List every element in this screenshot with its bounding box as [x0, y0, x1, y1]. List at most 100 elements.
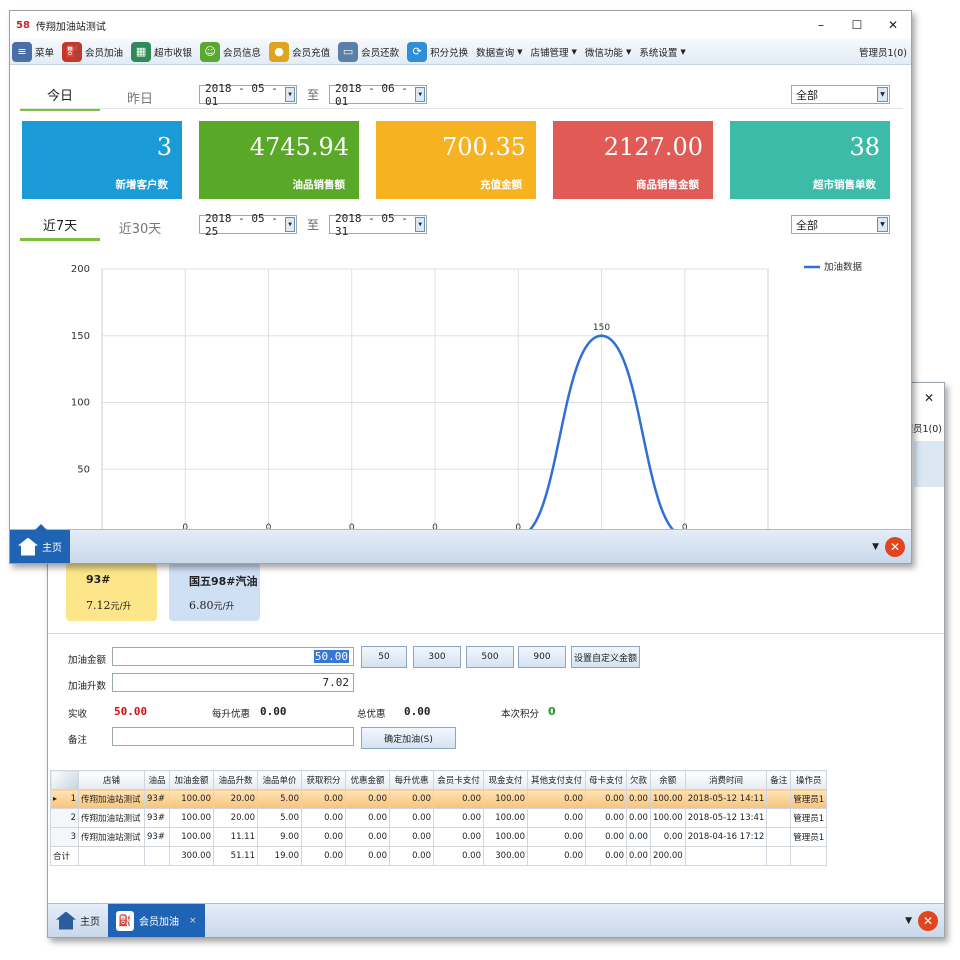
range-from-picker[interactable]: 2018 - 05 - 25 ▼: [199, 212, 297, 238]
column-header[interactable]: 店铺: [78, 770, 145, 790]
menu-item-coins[interactable]: ● 会员充值: [269, 41, 330, 62]
column-header[interactable]: 现金支付: [483, 770, 528, 790]
fuel-card-98[interactable]: 国五98#汽油 6.80元/升: [169, 563, 260, 621]
total-cell: 0.00: [345, 846, 390, 866]
column-header[interactable]: 加油金额: [169, 770, 214, 790]
date-from-picker[interactable]: 2018 - 05 - 01 ▼: [199, 82, 297, 108]
remark-input[interactable]: [112, 727, 354, 746]
menu-dropdown-1[interactable]: 店铺管理 ▼: [531, 45, 577, 59]
total-cell: [78, 846, 145, 866]
y-tick-label: 100: [71, 398, 90, 409]
stat-label: 商品销售金额: [636, 179, 699, 191]
dropdown-arrow-icon[interactable]: ▼: [872, 542, 879, 552]
menu-item-members[interactable]: ☺ 会员信息: [200, 41, 261, 62]
menu-item-card[interactable]: ▭ 会员还款: [338, 41, 399, 62]
table-cell: 0.00: [345, 789, 390, 809]
table-cell: 100.00: [649, 808, 686, 828]
tab-last-7-days[interactable]: 近7天: [20, 215, 100, 241]
table-cell: 0.00: [527, 808, 586, 828]
store-filter-select[interactable]: 全部 ▼: [791, 85, 890, 104]
total-cell: 51.11: [213, 846, 258, 866]
table-cell: 9.00: [257, 827, 302, 847]
table-cell: 11.11: [213, 827, 258, 847]
table-row[interactable]: ▸ 1 传翔加油站测试 93# 100.00 20.00 5.00 0.00 0.00 0.00…: [50, 789, 828, 809]
minimize-button[interactable]: –: [803, 18, 839, 32]
chevron-down-icon: ▼: [517, 47, 523, 56]
stat-card-2[interactable]: 700.35 充值金额: [376, 121, 536, 199]
quick-amount-50[interactable]: 50: [361, 646, 407, 668]
table-cell: 管理员1: [790, 827, 828, 847]
table-cell: [766, 789, 792, 809]
menu-dropdown-3[interactable]: 系统设置 ▼: [639, 45, 685, 59]
column-header[interactable]: 欠款: [626, 770, 651, 790]
menu-item-fuel-pump[interactable]: ⛽ 会员加油: [62, 41, 123, 62]
dashboard-window: 58 传翔加油站测试 – ☐ ✕ ≡ 菜单 ⛽ 会员加油 ▦ 超市收银 ☺ 会员信息 ● 会员充值…: [9, 10, 912, 564]
stat-card-1[interactable]: 4745.94 油品销售额: [199, 121, 359, 199]
total-cell: 200.00: [649, 846, 686, 866]
amount-input[interactable]: 50.00: [112, 647, 354, 666]
menu-dropdown-2[interactable]: 微信功能 ▼: [585, 45, 631, 59]
quick-amount-900[interactable]: 900: [518, 646, 566, 668]
menu-item-menu[interactable]: ≡ 菜单: [12, 41, 54, 62]
tab-close-icon[interactable]: ×: [189, 916, 197, 926]
stat-card-4[interactable]: 38 超市销售单数: [730, 121, 890, 199]
total-cell: [684, 846, 768, 866]
stat-value: 3: [156, 133, 172, 161]
stat-card-0[interactable]: 3 新增客户数: [22, 121, 182, 199]
confirm-fuel-button[interactable]: 确定加油(S): [361, 727, 456, 749]
menu-item-cashier[interactable]: ▦ 超市收银: [131, 41, 192, 62]
close-button[interactable]: ✕: [875, 18, 911, 32]
liters-input[interactable]: 7.02: [112, 673, 354, 692]
home-tab[interactable]: 主页: [48, 904, 108, 937]
column-header[interactable]: 母卡支付: [585, 770, 627, 790]
column-header[interactable]: 优惠金额: [345, 770, 390, 790]
home-icon: [56, 911, 76, 930]
table-cell: 100.00: [483, 789, 528, 809]
table-row[interactable]: 3 传翔加油站测试 93# 100.00 11.11 9.00 0.00 0.00 0.00 0.…: [50, 827, 828, 847]
table-cell: 0.00: [527, 827, 586, 847]
row-number: 3: [50, 827, 79, 847]
per-liter-discount-label: 每升优惠: [212, 709, 251, 720]
range-separator: 至: [307, 218, 320, 232]
menu-dropdown-0[interactable]: 数据查询 ▼: [476, 45, 522, 59]
member-fuel-tab[interactable]: ⛽ 会员加油 ×: [108, 904, 205, 937]
table-cell: 0.00: [389, 827, 434, 847]
column-header[interactable]: 油品: [144, 770, 170, 790]
stat-card-3[interactable]: 2127.00 商品销售金额: [553, 121, 713, 199]
main-menu-bar: ≡ 菜单 ⛽ 会员加油 ▦ 超市收银 ☺ 会员信息 ● 会员充值 ▭ 会员还款 ⟳ 积分兑换 数据查询 ▼ 店铺…: [10, 39, 911, 65]
table-cell: 0.00: [433, 808, 484, 828]
column-header[interactable]: 余额: [649, 770, 686, 790]
chevron-down-icon: ▼: [877, 217, 888, 232]
table-cell: 0.00: [649, 827, 686, 847]
range-to-picker[interactable]: 2018 - 05 - 31 ▼: [329, 212, 428, 238]
column-header[interactable]: 备注: [766, 770, 792, 790]
custom-amount-button[interactable]: 设置自定义金额: [571, 646, 640, 668]
legend-label: 加油数据: [824, 261, 863, 273]
quick-amount-500[interactable]: 500: [466, 646, 514, 668]
dropdown-arrow-icon[interactable]: ▼: [905, 916, 912, 926]
column-header[interactable]: 消费时间: [684, 770, 768, 790]
range-filter-select[interactable]: 全部 ▼: [791, 215, 890, 234]
close-all-icon[interactable]: ✕: [918, 910, 938, 931]
maximize-button[interactable]: ☐: [839, 18, 875, 32]
menu-item-exchange[interactable]: ⟳ 积分兑换: [407, 41, 468, 62]
fuel-card-93[interactable]: 93# 7.12元/升: [66, 563, 157, 621]
close-window-button[interactable]: ✕: [924, 391, 934, 405]
quick-amount-300[interactable]: 300: [413, 646, 461, 668]
points-label: 本次积分: [501, 709, 540, 720]
column-header[interactable]: 每升优惠: [389, 770, 434, 790]
column-header[interactable]: 操作员: [790, 770, 828, 790]
column-header[interactable]: 油品升数: [213, 770, 258, 790]
column-header[interactable]: 油品单价: [257, 770, 302, 790]
date-to-picker[interactable]: 2018 - 06 - 01 ▼: [329, 82, 428, 108]
column-header[interactable]: 其他支付支付: [527, 770, 586, 790]
close-all-icon[interactable]: ✕: [885, 536, 905, 557]
tab-last-30-days[interactable]: 近30天: [100, 218, 180, 241]
column-header[interactable]: 会员卡支付: [433, 770, 484, 790]
column-header[interactable]: 获取积分: [301, 770, 346, 790]
table-row[interactable]: 2 传翔加油站测试 93# 100.00 20.00 5.00 0.00 0.00 0.00 0.…: [50, 808, 828, 828]
table-cell: 传翔加油站测试: [78, 827, 145, 847]
total-row: 合计 300.00 51.11 19.00 0.00 0.00 0.00 0.00 300.00…: [50, 846, 828, 866]
table-cell: 管理员1: [790, 789, 828, 809]
home-tab[interactable]: 主页: [10, 524, 70, 563]
